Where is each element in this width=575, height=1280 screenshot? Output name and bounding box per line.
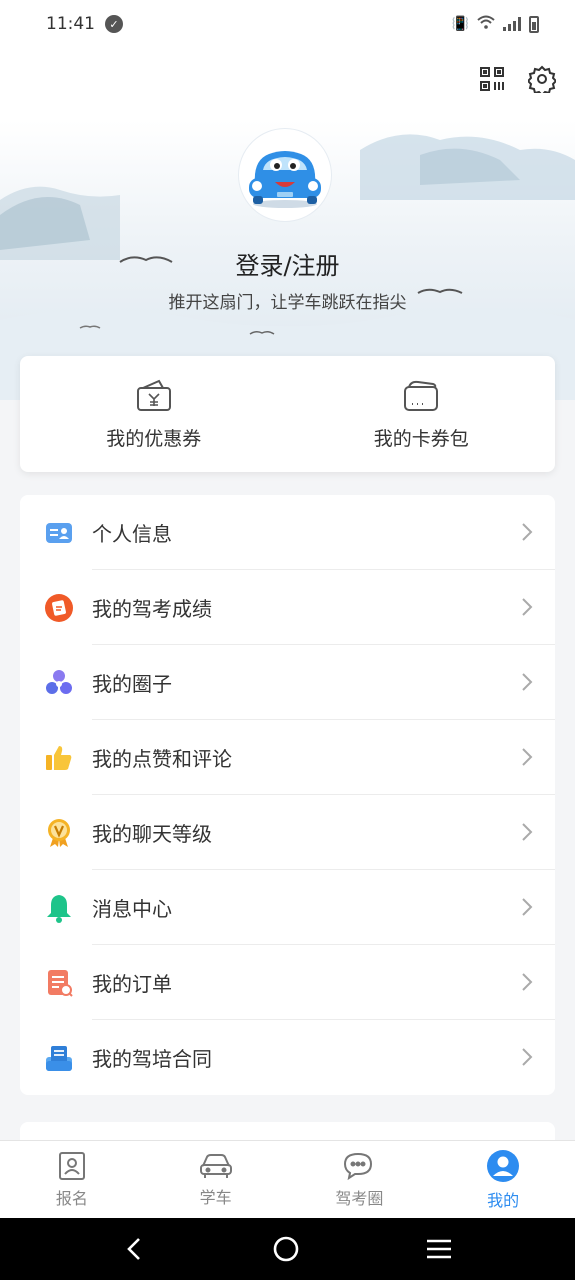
my-coupons-button[interactable]: 我的优惠券 (20, 356, 288, 472)
car-mascot-icon (249, 151, 321, 208)
wallet-label: 我的卡券包 (373, 427, 469, 450)
menu-item-message-center[interactable]: 消息中心 (20, 870, 555, 945)
chat-bubble-icon (344, 1152, 373, 1180)
menu-icon[interactable] (425, 1238, 453, 1260)
home-icon[interactable] (272, 1235, 300, 1263)
signal-icon (503, 17, 521, 31)
menu-label: 个人信息 (92, 522, 172, 546)
my-card-wallet-button[interactable]: 我的卡券包 (288, 356, 556, 472)
back-icon[interactable] (123, 1236, 147, 1262)
menu-label: 我的驾培合同 (92, 1047, 212, 1071)
login-register-link[interactable]: 登录/注册 (0, 246, 575, 281)
menu-label: 我的订单 (92, 972, 172, 996)
chevron-right-icon (522, 973, 533, 991)
chevron-right-icon (522, 523, 533, 541)
tab-label: 我的 (487, 1190, 520, 1210)
menu-item-chat-level[interactable]: 我的聊天等级 (20, 795, 555, 870)
tab-label: 驾考圈 (335, 1188, 384, 1208)
tab-learn-driving[interactable]: 学车 (144, 1141, 288, 1218)
wifi-icon (477, 15, 495, 33)
menu-label: 我的驾考成绩 (92, 597, 212, 621)
bell-icon (44, 893, 74, 923)
menu-item-my-circle[interactable]: 我的圈子 (20, 645, 555, 720)
coupon-label: 我的优惠券 (106, 427, 202, 450)
tab-mine[interactable]: 我的 (431, 1141, 575, 1218)
chat-level-icon (44, 818, 74, 848)
circle-group-icon (44, 668, 74, 698)
battery-icon (529, 15, 539, 33)
menu-item-training-contract[interactable]: 我的驾培合同 (20, 1020, 555, 1095)
menu-label: 我的聊天等级 (92, 822, 212, 846)
coupon-icon (136, 379, 171, 411)
header-actions (477, 64, 557, 94)
exam-score-icon (44, 593, 74, 623)
system-nav-bar (0, 1218, 575, 1280)
menu-item-my-orders[interactable]: 我的订单 (20, 945, 555, 1020)
chevron-right-icon (522, 748, 533, 766)
menu-label: 我的点赞和评论 (92, 747, 232, 771)
chevron-right-icon (522, 898, 533, 916)
gear-icon[interactable] (527, 64, 557, 94)
signup-icon (58, 1151, 85, 1180)
menu-item-exam-score[interactable]: 我的驾考成绩 (20, 570, 555, 645)
bottom-tab-bar: 报名 学车 驾考圈 我的 (0, 1140, 575, 1218)
login-subtitle: 推开这扇门，让学车跳跃在指尖 (168, 293, 407, 313)
contract-icon (44, 1043, 74, 1073)
chevron-right-icon (522, 1048, 533, 1066)
chevron-right-icon (522, 823, 533, 841)
menu-item-personal-info[interactable]: 个人信息 (20, 495, 555, 570)
order-icon (44, 968, 74, 998)
status-bar: 11:41 ✓ 📳 (0, 0, 575, 48)
menu-item-likes-comments[interactable]: 我的点赞和评论 (20, 720, 555, 795)
vibrate-icon: 📳 (451, 16, 469, 32)
tab-signup[interactable]: 报名 (0, 1141, 144, 1218)
coupon-card: 我的优惠券 我的卡券包 (20, 356, 555, 472)
tab-label: 报名 (55, 1188, 88, 1208)
thumb-up-icon (44, 743, 74, 773)
car-icon (199, 1153, 232, 1178)
profile-icon (487, 1149, 520, 1182)
menu-label: 消息中心 (92, 897, 172, 921)
id-card-icon (44, 518, 74, 548)
avatar[interactable] (238, 128, 332, 222)
menu-list: 个人信息 我的驾考成绩 我的圈子 我的点赞和评论 我的聊天等级 消息中心 我的订… (20, 495, 555, 1095)
check-circle-icon: ✓ (105, 15, 123, 33)
tab-exam-circle[interactable]: 驾考圈 (288, 1141, 432, 1218)
qr-code-icon[interactable] (477, 64, 507, 94)
menu-label: 我的圈子 (92, 672, 172, 696)
chevron-right-icon (522, 598, 533, 616)
chevron-right-icon (522, 673, 533, 691)
status-time: 11:41 (46, 14, 95, 34)
wallet-icon (404, 380, 439, 411)
tab-label: 学车 (199, 1187, 232, 1207)
